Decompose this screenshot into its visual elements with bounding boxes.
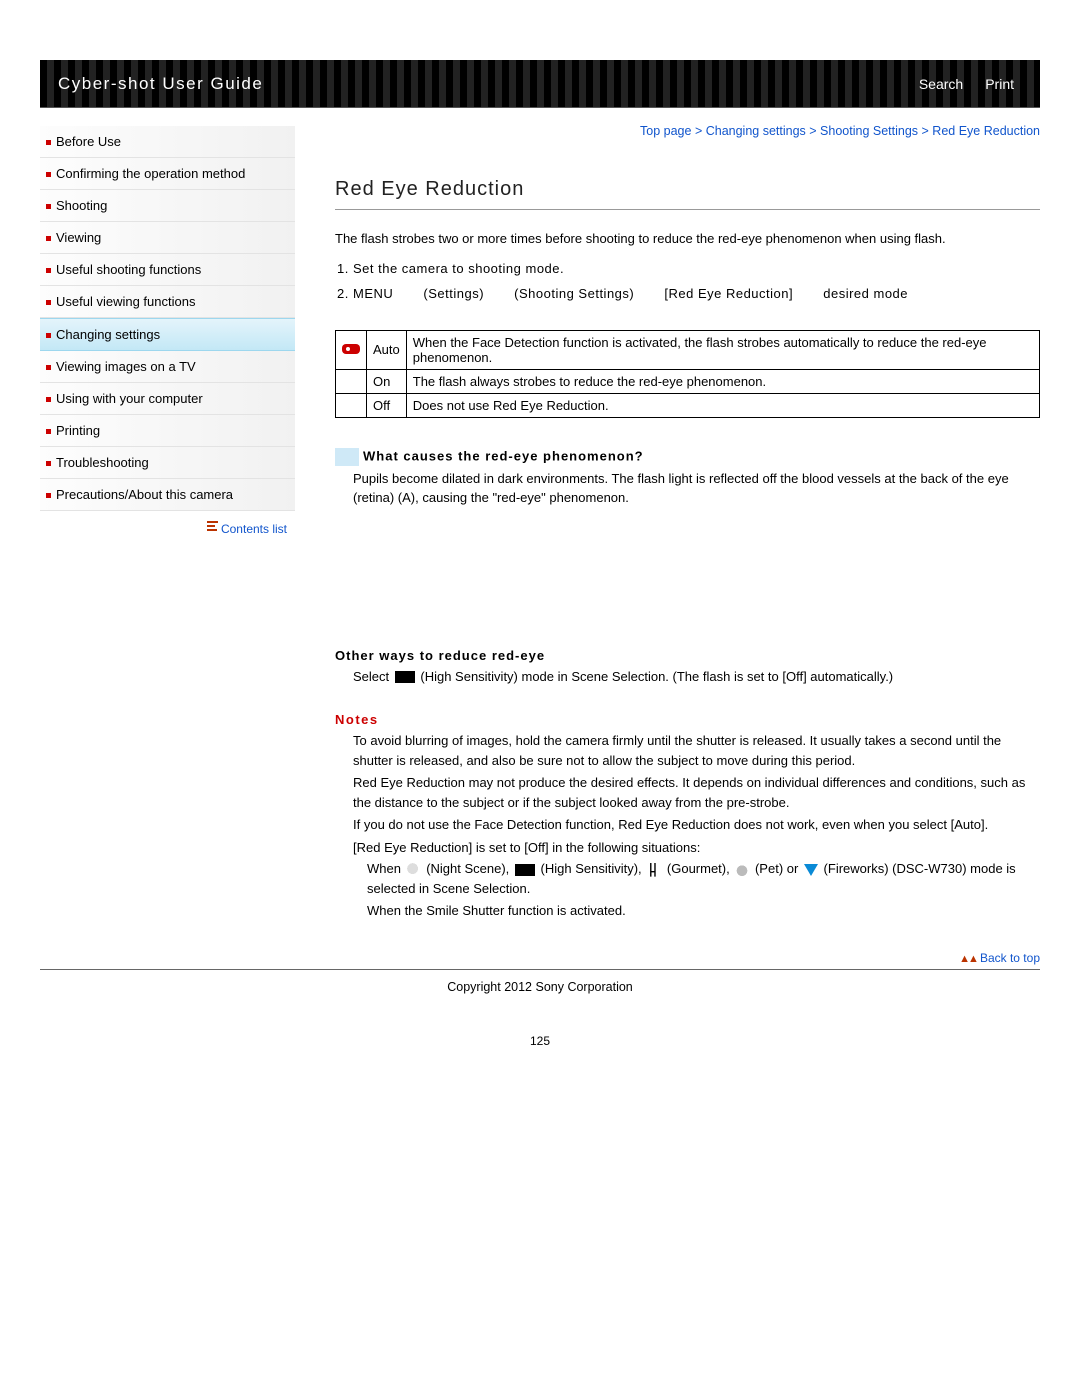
- sub-heading: Other ways to reduce red-eye: [335, 648, 1040, 663]
- shooting-settings-label: (Shooting Settings): [514, 285, 634, 304]
- high-sensitivity-icon: [515, 864, 535, 876]
- contents-list: Contents list: [40, 511, 295, 536]
- sidebar-item-viewing-tv[interactable]: Viewing images on a TV: [40, 351, 295, 383]
- contents-list-link[interactable]: Contents list: [221, 522, 287, 536]
- sidebar-item-confirming[interactable]: Confirming the operation method: [40, 158, 295, 190]
- back-to-top: ▲▲Back to top: [335, 951, 1040, 965]
- fireworks-icon: [804, 864, 818, 876]
- step-2: MENU (Settings) (Shooting Settings) [Red…: [353, 285, 1040, 304]
- sidebar-item-viewing[interactable]: Viewing: [40, 222, 295, 254]
- table-row: Off Does not use Red Eye Reduction.: [336, 393, 1040, 417]
- night-scene-icon: [407, 863, 421, 877]
- other-ways-list: Select (High Sensitivity) mode in Scene …: [335, 667, 1040, 687]
- option-name: Off: [367, 393, 407, 417]
- back-to-top-link[interactable]: Back to top: [980, 951, 1040, 965]
- header-bar: Cyber-shot User Guide Search Print: [40, 60, 1040, 108]
- breadcrumb-current: Red Eye Reduction: [932, 124, 1040, 138]
- sidebar-nav: Before Use Confirming the operation meth…: [40, 126, 295, 969]
- option-icon-cell: [336, 330, 367, 369]
- sidebar-item-printing[interactable]: Printing: [40, 415, 295, 447]
- breadcrumb-shooting-settings[interactable]: Shooting Settings: [820, 124, 918, 138]
- page-title: Red Eye Reduction: [335, 178, 1040, 201]
- steps-list: Set the camera to shooting mode. MENU (S…: [335, 260, 1040, 304]
- notes-section: Notes To avoid blurring of images, hold …: [335, 712, 1040, 921]
- header-actions: Search Print: [913, 72, 1020, 96]
- option-desc: When the Face Detection function is acti…: [406, 330, 1039, 369]
- option-desc: Does not use Red Eye Reduction.: [406, 393, 1039, 417]
- sidebar-item-useful-shooting[interactable]: Useful shooting functions: [40, 254, 295, 286]
- menu-path: MENU (Settings) (Shooting Settings) [Red…: [353, 286, 934, 301]
- redeye-icon: [342, 344, 360, 354]
- pet-icon: [735, 863, 749, 877]
- main-content: Top page > Changing settings > Shooting …: [295, 126, 1040, 969]
- page-number: 125: [40, 1034, 1040, 1078]
- search-link[interactable]: Search: [913, 72, 969, 96]
- step-1: Set the camera to shooting mode.: [353, 260, 1040, 279]
- info-square-icon: [335, 448, 359, 466]
- note-item: If you do not use the Face Detection fun…: [353, 815, 1040, 835]
- table-row: Auto When the Face Detection function is…: [336, 330, 1040, 369]
- copyright: Copyright 2012 Sony Corporation: [40, 970, 1040, 1034]
- high-sensitivity-icon: [395, 671, 415, 683]
- table-row: On The flash always strobes to reduce th…: [336, 369, 1040, 393]
- menu-label: MENU: [353, 285, 393, 304]
- options-table: Auto When the Face Detection function is…: [335, 330, 1040, 418]
- note-item: To avoid blurring of images, hold the ca…: [353, 731, 1040, 770]
- settings-label: (Settings): [423, 285, 484, 304]
- option-icon-cell: [336, 369, 367, 393]
- list-item: Select (High Sensitivity) mode in Scene …: [353, 667, 1040, 687]
- sidebar-item-useful-viewing[interactable]: Useful viewing functions: [40, 286, 295, 318]
- breadcrumb-top[interactable]: Top page: [640, 124, 691, 138]
- sidebar-item-changing-settings[interactable]: Changing settings: [40, 318, 295, 351]
- option-icon-cell: [336, 393, 367, 417]
- breadcrumb-changing[interactable]: Changing settings: [706, 124, 806, 138]
- note-sub-item: When (Night Scene), (High Sensitivity), …: [367, 859, 1040, 898]
- item-label: [Red Eye Reduction]: [664, 285, 793, 304]
- sidebar-item-shooting[interactable]: Shooting: [40, 190, 295, 222]
- gourmet-icon: [647, 863, 661, 877]
- sidebar-item-computer[interactable]: Using with your computer: [40, 383, 295, 415]
- breadcrumb: Top page > Changing settings > Shooting …: [335, 124, 1040, 138]
- up-arrow-icon: ▲▲: [959, 953, 977, 965]
- option-desc: The flash always strobes to reduce the r…: [406, 369, 1039, 393]
- header-title: Cyber-shot User Guide: [58, 74, 263, 94]
- option-name: On: [367, 369, 407, 393]
- notes-title: Notes: [335, 712, 1040, 727]
- note-sub-item: When the Smile Shutter function is activ…: [367, 901, 1040, 921]
- sidebar-item-troubleshooting[interactable]: Troubleshooting: [40, 447, 295, 479]
- sidebar-item-precautions[interactable]: Precautions/About this camera: [40, 479, 295, 511]
- option-name: Auto: [367, 330, 407, 369]
- print-button[interactable]: Print: [979, 72, 1020, 96]
- lead-paragraph: The flash strobes two or more times befo…: [335, 230, 1040, 248]
- note-item: [Red Eye Reduction] is set to [Off] in t…: [353, 838, 1040, 921]
- sidebar-item-before-use[interactable]: Before Use: [40, 126, 295, 158]
- note-item: Red Eye Reduction may not produce the de…: [353, 773, 1040, 812]
- title-rule: [335, 209, 1040, 210]
- info-body: Pupils become dilated in dark environmen…: [353, 470, 1040, 508]
- info-heading: What causes the red-eye phenomenon?: [335, 448, 1040, 466]
- desired-mode-label: desired mode: [823, 285, 908, 304]
- contents-list-icon: [207, 521, 218, 533]
